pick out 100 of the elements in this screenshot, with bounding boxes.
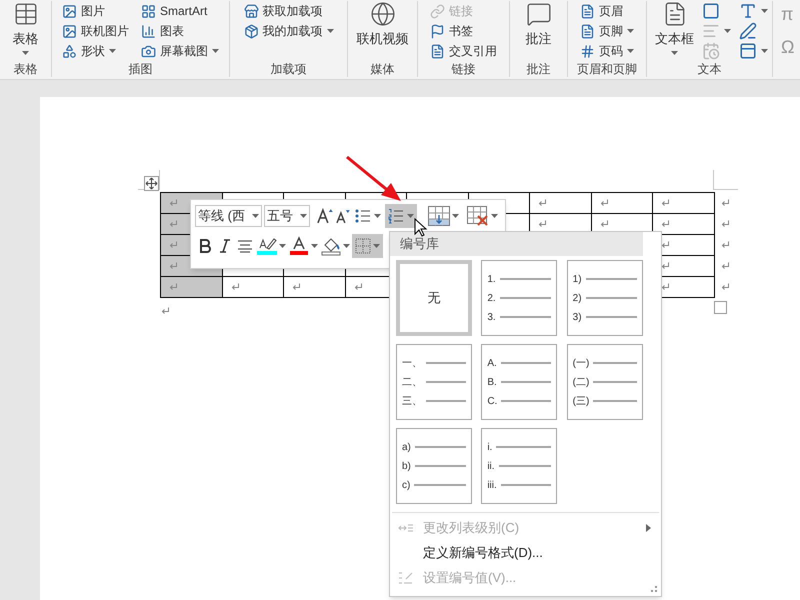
line-placeholder [586,278,637,280]
line-placeholder [593,362,637,364]
caret-icon [761,9,768,13]
line-placeholder [426,400,466,402]
numbering-option[interactable]: (一) (二) (三) [566,344,643,420]
line-placeholder [500,484,552,486]
ribbon-button[interactable]: 页眉 [576,1,638,21]
number-label: iii. [487,478,497,492]
number-label: a) [402,440,411,454]
shading-button[interactable] [321,236,350,256]
number-label: 3) [572,310,582,324]
line-placeholder [414,446,466,448]
numbered-list-icon [388,208,404,224]
ribbon-button[interactable]: 图表 [137,21,223,41]
paragraph-mark-icon [538,199,547,207]
paragraph-mark-icon [169,220,178,228]
shrink-font-icon[interactable] [335,207,351,225]
resize-handle[interactable] [714,301,727,314]
numbering-option[interactable]: a) b) c) [396,428,472,504]
line-placeholder [586,297,637,299]
size-dropdown[interactable]: 五号 [264,205,310,227]
group-label: 页眉和页脚 [577,61,637,77]
ribbon-button[interactable]: 屏幕截图 [137,41,223,61]
numbering-option[interactable]: 无 [396,260,472,336]
font-color-button[interactable] [289,236,318,256]
ribbon-button[interactable]: 书签 [426,21,501,41]
link-icon [430,4,445,18]
line-placeholder [426,362,466,364]
hash-icon [580,44,595,58]
ribbon-button[interactable]: SmartArt [137,1,223,21]
ribbon-icon-button[interactable] [739,41,768,61]
caret-icon [724,29,731,33]
store-icon [244,4,258,18]
bold-icon[interactable] [199,239,211,253]
grid-icon [141,4,156,18]
paragraph-mark-icon [661,199,670,207]
italic-icon[interactable] [219,239,231,253]
ribbon-button[interactable]: 页码 [576,41,638,61]
number-label: ii. [487,460,495,474]
paragraph-mark-icon [720,241,730,249]
paragraph-mark-icon [661,283,670,291]
paint-bucket-icon [321,236,341,256]
resize-grip-icon[interactable] [651,586,657,592]
document-icon [580,4,595,18]
menu-item[interactable]: 定义新编号格式(D)... [390,540,661,565]
caret-icon [671,50,678,54]
paragraph-mark-icon [354,283,362,291]
font-dropdown[interactable]: 等线 (西 [195,205,262,227]
ribbon-button[interactable]: 页脚 [576,21,638,41]
number-label: C. [487,394,498,408]
grow-font-icon[interactable] [316,207,334,225]
line-placeholder [593,400,637,402]
delete-table-button[interactable] [464,204,501,228]
align-center-icon[interactable] [237,239,253,253]
caret-icon [326,29,334,33]
number-label: 1) [572,272,582,286]
caret-icon [627,29,634,33]
numbering-option[interactable]: i. ii. iii. [481,428,558,504]
ribbon-button[interactable]: 联机图片 [58,21,133,41]
paragraph-mark-icon [169,283,178,291]
number-label: 2) [572,292,582,306]
numbering-option[interactable]: A. B. C. [481,344,558,420]
ribbon-button[interactable]: 批注 [522,1,556,48]
ribbon-button[interactable]: 图片 [58,1,133,21]
ribbon-button[interactable]: 交叉引用 [426,41,501,61]
paragraph-mark-icon [161,307,170,315]
caret-icon [311,244,318,248]
borders-icon [355,238,371,254]
numbering-option[interactable]: 1. 2. 3. [481,260,558,336]
caret-icon [343,244,350,248]
insert-rows-button[interactable] [425,204,462,228]
paragraph-mark-icon [292,283,301,291]
number-label: c) [402,478,410,492]
table-insert-icon [428,206,450,226]
ribbon-button[interactable]: 联机视频 [352,1,412,48]
ribbon-button[interactable]: 获取加载项 [240,1,338,21]
paragraph-mark-icon [600,220,608,228]
number-label: 3. [487,310,496,324]
number-label: 一、 [402,356,422,370]
move-handle-icon[interactable] [144,176,159,191]
ribbon-button[interactable]: 形状 [58,41,133,61]
ribbon-button[interactable]: 文本框 [651,1,698,54]
numbering-option[interactable]: 一、 二、 三、 [396,344,472,420]
document-icon [430,44,445,58]
number-label: 二、 [402,376,422,390]
group-label: 链接 [452,61,476,77]
numbering-option[interactable]: 1) 2) 3) [566,260,643,336]
number-label: b) [402,460,411,474]
highlight-button[interactable] [257,236,286,256]
number-label: (三) [572,394,590,408]
ribbon-button[interactable]: 我的加载项 [240,21,338,41]
calendar-icon [702,42,720,60]
line-placeholder [593,381,637,383]
paragraph-mark-icon [720,199,730,207]
ribbon-button[interactable]: 表格 [8,1,42,54]
paragraph-mark-icon [661,262,670,270]
numbering-button[interactable] [385,204,417,228]
list-level-icon [398,522,414,532]
borders-button[interactable] [352,234,383,258]
number-label: 1. [487,272,496,286]
